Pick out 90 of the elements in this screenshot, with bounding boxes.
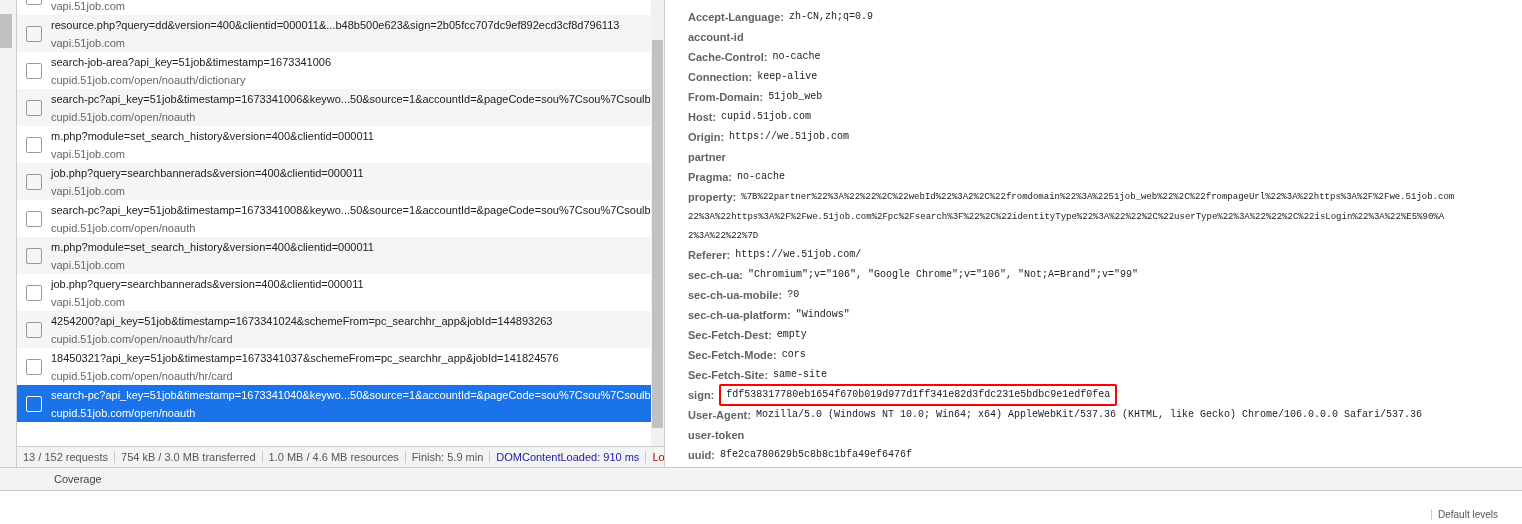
header-name: sec-ch-ua-mobile: xyxy=(688,288,783,303)
request-domain: cupid.51job.com/open/noauth/hr/card xyxy=(51,368,234,384)
header-value: https://we.51job.com xyxy=(729,130,850,144)
header-name: From-Domain: xyxy=(688,90,764,105)
header-name: property: xyxy=(688,190,737,205)
request-domain: cupid.51job.com/open/noauth/dictionary xyxy=(51,72,247,88)
request-domain: vapi.51job.com xyxy=(51,294,126,310)
header-name: sec-ch-ua: xyxy=(688,268,744,283)
header-value: cors xyxy=(781,348,806,362)
request-name: search-job-area?api_key=51job&timestamp=1673341006 xyxy=(51,54,332,70)
header-name: account-id xyxy=(688,30,744,45)
header-name: Accept-Language: xyxy=(688,10,784,25)
header-value: %7B%22partner%22%3A%22%22%2C%22webId%22%3A2%2C%22fromdomain%22%3A%2251job_web%22%2C%22frompageUrl%22%3A%22https%3A%2F%2Fwe.51job.com xyxy=(741,191,1455,204)
header-name: Sec-Fetch-Dest: xyxy=(688,328,772,343)
checkbox[interactable] xyxy=(26,284,42,301)
request-domain: vapi.51job.com xyxy=(51,0,125,14)
checkbox[interactable] xyxy=(26,321,42,338)
request-domain: cupid.51job.com/open/noauth xyxy=(51,220,197,236)
request-domain: vapi.51job.com xyxy=(51,35,126,51)
header-value: cupid.51job.com xyxy=(721,110,812,124)
header-name: uuid: xyxy=(688,448,715,463)
header-value: keep-alive xyxy=(757,70,818,84)
request-domain: vapi.51job.com xyxy=(51,183,126,199)
request-name: job.php?query=searchbannerads&version=400&clientid=000011 xyxy=(51,165,364,181)
header-value: Mozilla/5.0 (Windows NT 10.0; Win64; x64) AppleWebKit/537.36 (KHTML, like Gecko) Chrome/106.0.0.0 Safari/537.36 xyxy=(755,408,1423,422)
request-name: job.php?query=searchbannerads&version=400&clientid=000011 xyxy=(51,276,364,292)
header-value: no-cache xyxy=(737,170,786,184)
header-name: User-Agent: xyxy=(688,408,751,423)
request-row[interactable]: 4254200?api_key=51job&timestamp=1673341024&schemeFrom=pc_searchhr_app&jobId=144893263 cupid.51job.com/open/noauth/hr/card xyxy=(17,311,651,348)
checkbox[interactable] xyxy=(26,358,42,375)
scrollbar-thumb[interactable] xyxy=(651,40,663,428)
request-name: 4254200?api_key=51job&timestamp=1673341024&schemeFrom=pc_searchhr_app&jobId=144893263 xyxy=(51,313,553,329)
status-text: Finish: 5.9 min xyxy=(405,451,491,463)
header-value: 22%3A%22https%3A%2F%2Fwe.51job.com%2Fpc%2Fsearch%3F%22%2C%22identityType%22%3A%22%22%2C%22userType%22%3A%22%22%2C%22isLogin%22%3A%22%E5%90%A xyxy=(688,211,1446,224)
request-domain: cupid.51job.com/open/noauth xyxy=(51,405,197,421)
request-name: search-pc?api_key=51job&timestamp=1673341006&keywo...50&source=1&accountId=&pageCode=sou%7Csou%7Csoulb xyxy=(51,91,651,107)
request-domain: vapi.51job.com xyxy=(51,257,126,273)
checkbox[interactable] xyxy=(26,247,42,264)
checkbox[interactable] xyxy=(26,62,42,79)
request-row[interactable]: search-pc?api_key=51job&timestamp=1673341006&keywo...50&source=1&accountId=&pageCode=sou%7Csou%7Csoulb cupid.51job.com/open/noauth xyxy=(17,89,651,126)
scrollbar-thumb[interactable] xyxy=(0,14,12,48)
header-name: user-token xyxy=(688,428,745,443)
header-name: Sec-Fetch-Site: xyxy=(688,368,769,383)
levels-dropdown[interactable]: Default levels xyxy=(1430,509,1522,520)
header-name: sec-ch-ua-platform: xyxy=(688,308,791,323)
header-name: Cache-Control: xyxy=(688,50,768,65)
request-row[interactable]: job.php?query=searchbannerads&version=400&clientid=000011 vapi.51job.com xyxy=(17,163,651,200)
header-name: sign: xyxy=(688,388,715,403)
request-row[interactable]: m.php?module=set_search_history&version=400&clientid=000011 vapi.51job.com xyxy=(17,237,651,274)
header-value: https://we.51job.com/ xyxy=(735,248,862,262)
header-value: ?0 xyxy=(787,288,800,302)
request-name: m.php?module=set_search_history&version=400&clientid=000011 xyxy=(51,239,374,255)
header-name: Origin: xyxy=(688,130,725,145)
header-value: same-site xyxy=(773,368,828,382)
header-value: zh-CN,zh;q=0.9 xyxy=(788,10,873,24)
status-text: 754 kB / 3.0 MB transferred xyxy=(115,451,263,463)
header-name: Host: xyxy=(688,110,717,125)
request-row[interactable]: search-pc?api_key=51job&timestamp=1673341040&keywo...50&source=1&accountId=&pageCode=sou%7Csou%7Csoulb cupid.51job.com/open/noauth xyxy=(17,385,651,422)
request-name: search-pc?api_key=51job&timestamp=1673341040&keywo...50&source=1&accountId=&pageCode=sou%7Csou%7Csoulb xyxy=(51,387,651,403)
status-text: Lo xyxy=(646,451,664,463)
request-domain: vapi.51job.com xyxy=(51,146,126,162)
checkbox[interactable] xyxy=(26,25,42,42)
header-value: empty xyxy=(776,328,807,342)
checkbox[interactable] xyxy=(26,210,42,227)
header-value: no-cache xyxy=(772,50,821,64)
checkbox[interactable] xyxy=(26,136,42,153)
checkbox[interactable] xyxy=(26,99,42,116)
header-value: 8fe2ca780629b5c8b8c1bfa49ef6476f xyxy=(719,448,912,462)
header-value: fdf538317780eb1654f670b019d977d1ff341e82d3fdc231e5bdbc9e1edf0fea xyxy=(719,384,1118,406)
checkbox[interactable] xyxy=(26,173,42,190)
header-value: "Chromium";v="106", "Google Chrome";v="106", "Not;A=Brand";v="99" xyxy=(748,268,1139,282)
request-domain: cupid.51job.com/open/noauth/hr/card xyxy=(51,331,234,347)
request-name: m.php?module=set_search_history&version=400&clientid=000011 xyxy=(51,128,374,144)
header-name: Connection: xyxy=(688,70,753,85)
header-value: "Windows" xyxy=(795,308,850,322)
header-value: 51job_web xyxy=(768,90,823,104)
status-text: 13 / 152 requests xyxy=(17,451,115,463)
header-name: Pragma: xyxy=(688,170,733,185)
request-name: resource.php?query=dd&version=400&clientid=000011&...b48b500e623&sign=2b05fcc707dc9ef892ecd3cf8d796113 xyxy=(51,17,620,33)
header-name: Referer: xyxy=(688,248,731,263)
request-name: 18450321?api_key=51job&timestamp=1673341037&schemeFrom=pc_searchhr_app&jobId=141824576 xyxy=(51,350,559,366)
request-row[interactable]: resource.php?query=dd&version=400&clientid=000011&...b48b500e623&sign=2b05fcc707dc9ef892ecd3cf8d796113 vapi.51job.com xyxy=(17,15,651,52)
request-domain: cupid.51job.com/open/noauth xyxy=(51,109,197,125)
status-text: DOMContentLoaded: 910 ms xyxy=(490,451,647,463)
header-name: Sec-Fetch-Mode: xyxy=(688,348,777,363)
request-name: search-pc?api_key=51job&timestamp=1673341008&keywo...50&source=1&accountId=&pageCode=sou%7Csou%7Csoulb xyxy=(51,202,651,218)
header-name: partner xyxy=(688,150,726,165)
header-value: 2%3A%22%22%7D xyxy=(688,230,760,243)
status-text: 1.0 MB / 4.6 MB resources xyxy=(262,451,406,463)
drawer-tab[interactable]: Coverage xyxy=(54,473,102,485)
